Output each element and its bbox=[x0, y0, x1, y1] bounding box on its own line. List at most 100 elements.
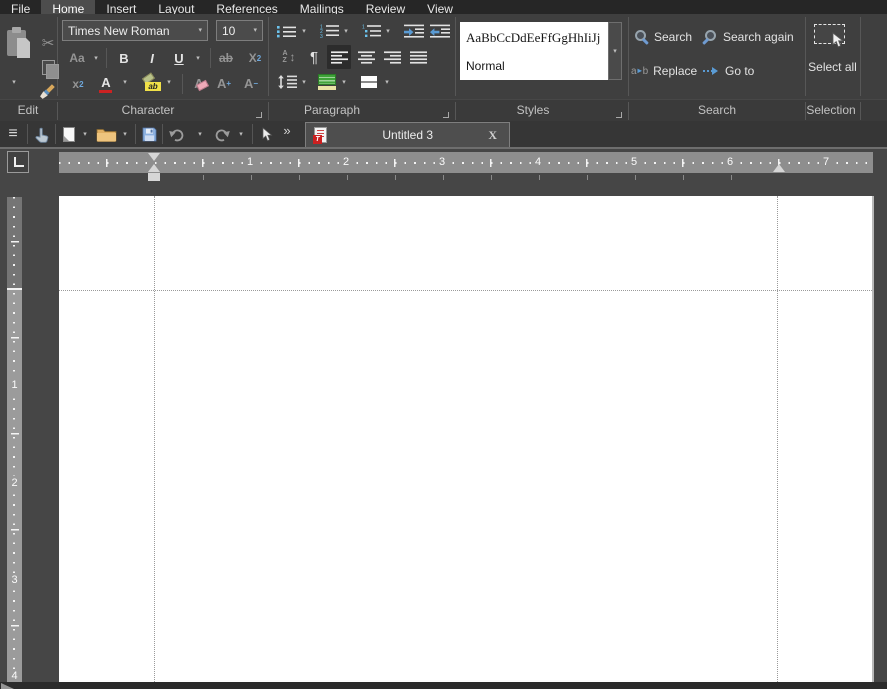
dropdown-icon: ▾ bbox=[253, 27, 257, 34]
vertical-ruler[interactable]: 1 2 3 4 bbox=[7, 197, 22, 682]
tab-layout[interactable]: Layout bbox=[147, 0, 205, 14]
hruler-number: 1 bbox=[243, 152, 257, 173]
clear-formatting-button[interactable]: A bbox=[188, 72, 210, 94]
increase-indent-button[interactable] bbox=[402, 22, 426, 40]
menu-button[interactable]: ≡ bbox=[2, 124, 24, 144]
font-color-button[interactable]: A bbox=[96, 72, 116, 92]
tab-review[interactable]: Review bbox=[355, 0, 416, 14]
underline-button[interactable]: U bbox=[169, 48, 189, 68]
styles-dropdown[interactable]: ▾ bbox=[608, 22, 622, 80]
search-again-button[interactable]: Search again bbox=[703, 28, 794, 46]
save-floppy-icon bbox=[142, 127, 157, 142]
first-line-indent-marker[interactable] bbox=[148, 153, 160, 161]
shading-dropdown[interactable]: ▾ bbox=[338, 74, 350, 90]
redo-button[interactable] bbox=[212, 125, 232, 144]
open-dropdown[interactable]: ▾ bbox=[119, 127, 131, 142]
copy-button[interactable] bbox=[38, 58, 58, 76]
tab-home[interactable]: Home bbox=[41, 0, 95, 14]
underline-dropdown[interactable]: ▾ bbox=[192, 50, 204, 66]
dropdown-icon: ▾ bbox=[344, 28, 348, 35]
tab-view[interactable]: View bbox=[416, 0, 464, 14]
redo-dropdown[interactable]: ▾ bbox=[235, 127, 247, 142]
bullet-list-button[interactable] bbox=[275, 22, 297, 40]
styles-dialog-launcher[interactable] bbox=[616, 112, 622, 118]
sort-button[interactable]: AZ ↕ bbox=[277, 46, 301, 68]
left-indent-handle[interactable] bbox=[148, 173, 160, 181]
underline-icon: U bbox=[174, 52, 183, 65]
toolbar-overflow-button[interactable]: » bbox=[279, 121, 295, 139]
numbered-list-button[interactable]: 1 2 3 bbox=[318, 22, 340, 40]
multilevel-list-icon: 1 bbox=[362, 24, 381, 38]
align-left-icon bbox=[331, 51, 348, 64]
superscript-button[interactable]: x2 bbox=[68, 74, 88, 94]
dropdown-icon: ▾ bbox=[83, 131, 87, 138]
document-tab[interactable]: T Untitled 3 X bbox=[305, 122, 510, 147]
scroll-grip[interactable] bbox=[1, 683, 14, 689]
grow-font-button[interactable]: A+ bbox=[214, 72, 234, 94]
subscript-button[interactable]: X2 bbox=[244, 48, 266, 68]
close-tab-icon[interactable]: X bbox=[488, 128, 497, 143]
line-spacing-dropdown[interactable]: ▾ bbox=[298, 74, 310, 90]
change-case-dropdown[interactable]: ▾ bbox=[90, 50, 102, 66]
tab-insert[interactable]: Insert bbox=[95, 0, 147, 14]
borders-dropdown[interactable]: ▾ bbox=[381, 74, 393, 90]
right-indent-marker[interactable] bbox=[773, 164, 785, 172]
group-separator bbox=[268, 17, 269, 96]
select-all-button[interactable]: Select all bbox=[805, 20, 860, 94]
line-spacing-button[interactable] bbox=[275, 72, 299, 92]
strikethrough-button[interactable]: ab bbox=[216, 48, 236, 68]
svg-text:1: 1 bbox=[362, 25, 365, 31]
bold-button[interactable]: B bbox=[114, 48, 134, 68]
pan-hand-button[interactable] bbox=[31, 125, 52, 144]
shading-button[interactable] bbox=[316, 70, 338, 94]
new-document-dropdown[interactable]: ▾ bbox=[79, 127, 91, 142]
italic-button[interactable]: I bbox=[143, 48, 161, 68]
save-button[interactable] bbox=[140, 126, 159, 143]
formatting-marks-button[interactable]: ¶ bbox=[304, 46, 324, 68]
bullet-list-dropdown[interactable]: ▾ bbox=[298, 23, 310, 39]
grow-font-icon: A bbox=[217, 76, 226, 91]
search-button[interactable]: Search bbox=[634, 28, 692, 46]
goto-button[interactable]: Go to bbox=[703, 62, 754, 80]
paste-button[interactable] bbox=[2, 16, 36, 70]
tab-mailings[interactable]: Mailings bbox=[289, 0, 355, 14]
multilevel-list-dropdown[interactable]: ▾ bbox=[382, 23, 394, 39]
font-size-combo[interactable]: 10 ▾ bbox=[216, 20, 263, 41]
hruler-number: 7 bbox=[819, 152, 833, 173]
select-tool-button[interactable] bbox=[258, 124, 276, 144]
justify-button[interactable] bbox=[406, 45, 430, 69]
new-document-button[interactable] bbox=[60, 125, 77, 144]
highlight-button[interactable]: ab bbox=[140, 72, 164, 94]
undo-button[interactable] bbox=[166, 125, 186, 144]
font-color-icon: A bbox=[101, 76, 110, 89]
numbered-list-dropdown[interactable]: ▾ bbox=[340, 23, 352, 39]
replace-button[interactable]: a▸b Replace bbox=[631, 62, 697, 80]
cut-button[interactable]: ✂ bbox=[38, 34, 58, 52]
tabstop-type-selector[interactable] bbox=[7, 151, 29, 173]
change-case-button[interactable]: Aa bbox=[66, 48, 88, 68]
decrease-indent-button[interactable] bbox=[428, 22, 452, 40]
multilevel-list-button[interactable]: 1 bbox=[360, 22, 382, 40]
left-indent-marker[interactable] bbox=[148, 164, 160, 172]
paragraph-dialog-launcher[interactable] bbox=[443, 112, 449, 118]
align-center-button[interactable] bbox=[354, 45, 378, 69]
character-dialog-launcher[interactable] bbox=[256, 112, 262, 118]
undo-dropdown[interactable]: ▾ bbox=[194, 127, 206, 142]
open-button[interactable] bbox=[94, 126, 118, 143]
style-preview-box[interactable]: AaBbCcDdEeFfGgHhIiJj Normal bbox=[460, 22, 608, 80]
font-color-dropdown[interactable]: ▾ bbox=[119, 74, 131, 90]
font-color-swatch bbox=[99, 90, 112, 93]
tab-references[interactable]: References bbox=[205, 0, 288, 14]
align-left-button[interactable] bbox=[327, 45, 351, 69]
align-right-button[interactable] bbox=[380, 45, 404, 69]
horizontal-ruler[interactable]: 1 2 3 4 5 6 7 bbox=[59, 152, 873, 173]
highlight-dropdown[interactable]: ▾ bbox=[163, 74, 175, 90]
paste-dropdown[interactable]: ▾ bbox=[8, 76, 20, 88]
shrink-font-button[interactable]: A− bbox=[241, 72, 261, 94]
document-page[interactable] bbox=[59, 196, 874, 682]
ribbon-group-labels: Edit Character Paragraph Styles Search S… bbox=[0, 99, 887, 121]
tab-file[interactable]: File bbox=[0, 0, 41, 14]
font-name-combo[interactable]: Times New Roman ▾ bbox=[62, 20, 208, 41]
borders-button[interactable] bbox=[358, 72, 380, 92]
tabstop-left-icon bbox=[14, 157, 24, 167]
